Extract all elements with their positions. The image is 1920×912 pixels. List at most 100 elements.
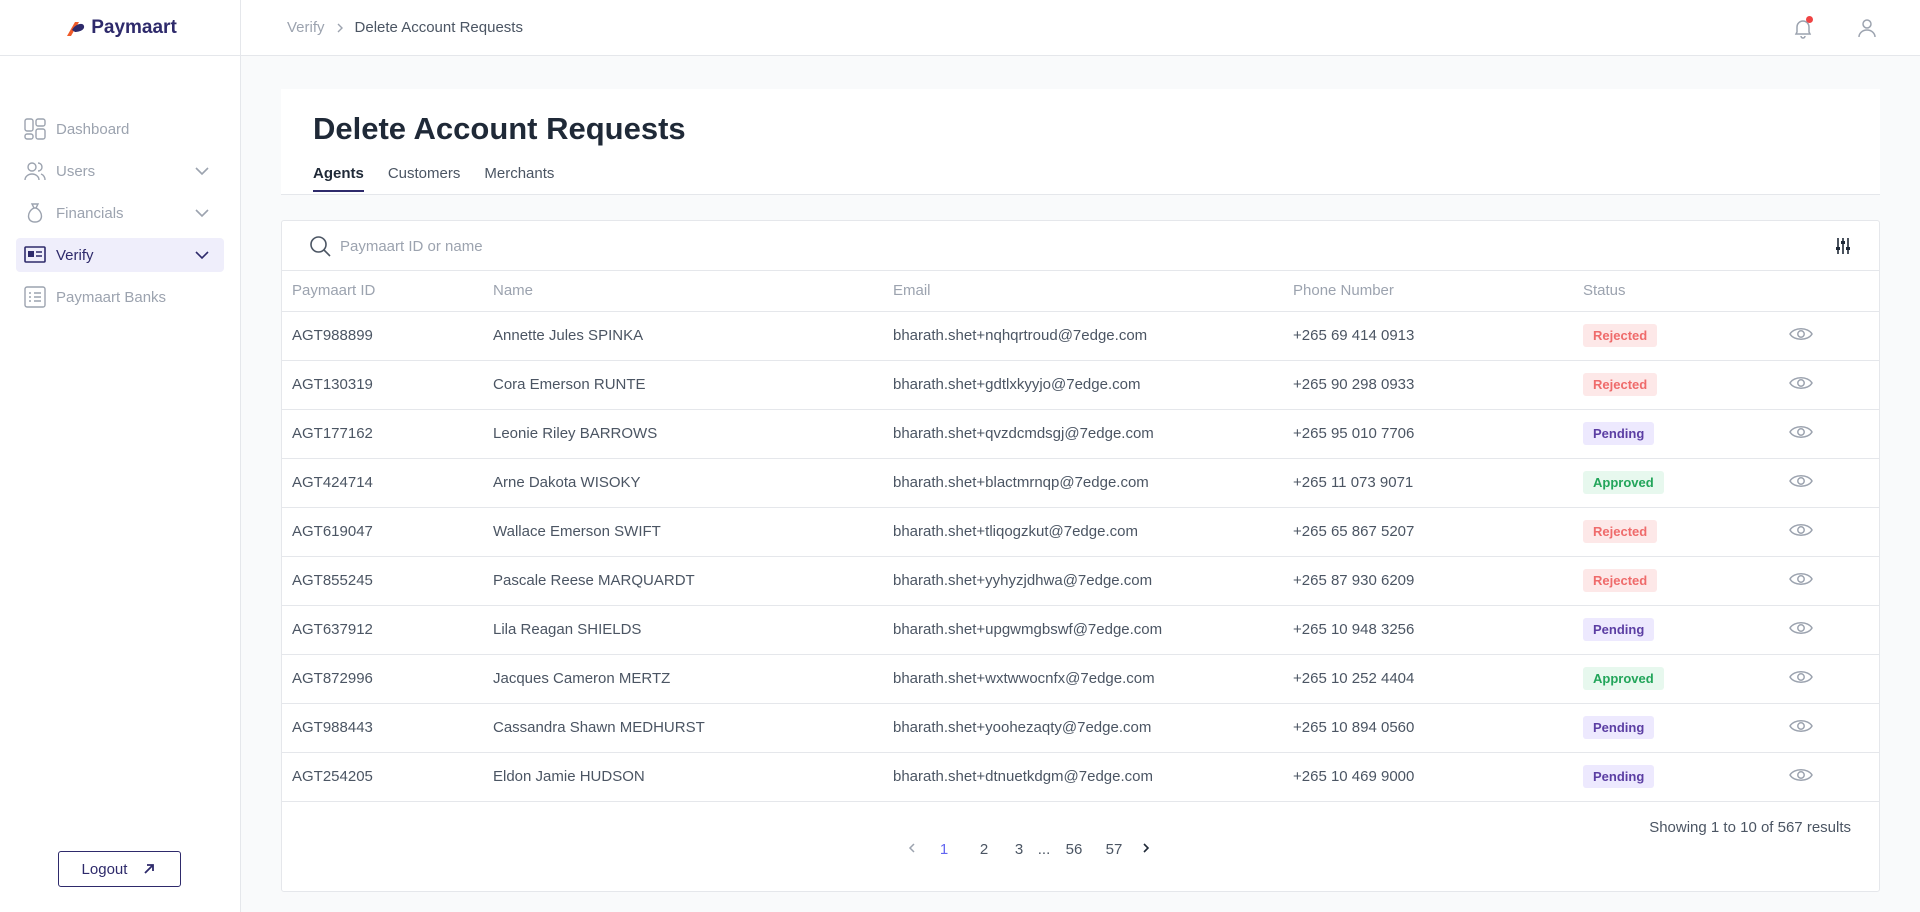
cell-actions (1779, 311, 1879, 361)
table-row[interactable]: AGT637912 Lila Reagan SHIELDS bharath.shet… (282, 605, 1879, 655)
sidebar-item-label: Verify (56, 246, 94, 264)
page-2-button[interactable]: 2 (964, 841, 1004, 858)
breadcrumb-item-verify[interactable]: Verify (287, 19, 325, 36)
cell-paymaart-id: AGT637912 (282, 605, 483, 655)
view-eye-icon[interactable] (1789, 371, 1813, 395)
table-row[interactable]: AGT177162 Leonie Riley BARROWS bharath.she… (282, 409, 1879, 459)
brand-name: Paymaart (91, 16, 177, 38)
table-row[interactable]: AGT872996 Jacques Cameron MERTZ bharath.sh… (282, 654, 1879, 704)
chevron-down-icon[interactable] (194, 163, 210, 179)
cell-status: Pending (1573, 752, 1779, 802)
user-profile-icon[interactable] (1855, 16, 1879, 40)
tab-customers[interactable]: Customers (388, 165, 461, 192)
cell-phone: +265 10 469 9000 (1283, 752, 1573, 802)
id-card-icon (24, 244, 46, 266)
cell-email: bharath.shet+blactmrnqp@7edge.com (883, 458, 1283, 508)
cell-name: Leonie Riley BARROWS (483, 409, 883, 459)
chevron-left-icon[interactable] (900, 841, 924, 858)
search-bar (282, 221, 1879, 271)
status-badge: Rejected (1583, 373, 1658, 396)
table-row[interactable]: AGT988443 Cassandra Shawn MEDHURST bharath… (282, 703, 1879, 753)
sidebar-item-users[interactable]: Users (16, 154, 224, 188)
cell-paymaart-id: AGT872996 (282, 654, 483, 704)
sidebar-item-label: Users (56, 162, 96, 180)
requests-table-card: Paymaart ID Name Email Phone Number Stat… (281, 220, 1880, 892)
cell-phone: +265 90 298 0933 (1283, 360, 1573, 410)
status-badge: Rejected (1583, 569, 1658, 592)
cell-name: Cassandra Shawn MEDHURST (483, 703, 883, 753)
chevron-down-icon[interactable] (194, 247, 210, 263)
cell-actions (1779, 458, 1879, 508)
cell-actions (1779, 360, 1879, 410)
page-56-button[interactable]: 56 (1054, 841, 1094, 858)
cell-status: Approved (1573, 654, 1779, 704)
cell-paymaart-id: AGT619047 (282, 507, 483, 557)
cell-status: Pending (1573, 605, 1779, 655)
status-badge: Rejected (1583, 520, 1658, 543)
sidebar-item-financials[interactable]: Financials (16, 196, 224, 230)
tab-bar: Agents Customers Merchants (313, 165, 554, 192)
sidebar-item-verify[interactable]: Verify (16, 238, 224, 272)
tab-merchants[interactable]: Merchants (484, 165, 554, 192)
table-row[interactable]: AGT855245 Pascale Reese MARQUARDT bharath.… (282, 556, 1879, 606)
status-badge: Pending (1583, 618, 1655, 641)
table-row[interactable]: AGT424714 Arne Dakota WISOKY bharath.shet+… (282, 458, 1879, 508)
table-row[interactable]: AGT254205 Eldon Jamie HUDSON bharath.shet+… (282, 752, 1879, 802)
cell-email: bharath.shet+yoohezaqty@7edge.com (883, 703, 1283, 753)
cell-phone: +265 87 930 6209 (1283, 556, 1573, 606)
topbar: Verify Delete Account Requests (241, 0, 1920, 56)
cell-actions (1779, 703, 1879, 753)
status-badge: Pending (1583, 422, 1655, 445)
logout-button[interactable]: Logout (58, 851, 181, 887)
brand-logo[interactable]: Paymaart (0, 0, 240, 56)
search-input[interactable] (340, 234, 940, 258)
view-eye-icon[interactable] (1789, 518, 1813, 542)
cell-status: Rejected (1573, 311, 1779, 361)
cell-name: Eldon Jamie HUDSON (483, 752, 883, 802)
cell-status: Rejected (1573, 556, 1779, 606)
page-57-button[interactable]: 57 (1094, 841, 1134, 858)
table-row[interactable]: AGT988899 Annette Jules SPINKA bharath.she… (282, 311, 1879, 361)
view-eye-icon[interactable] (1789, 420, 1813, 444)
arrow-up-right-icon (144, 864, 155, 874)
column-header-name: Name (483, 271, 883, 312)
cell-actions (1779, 605, 1879, 655)
view-eye-icon[interactable] (1789, 616, 1813, 640)
status-badge: Pending (1583, 765, 1655, 788)
status-badge: Rejected (1583, 324, 1658, 347)
sidebar-item-dashboard[interactable]: Dashboard (16, 112, 224, 146)
notification-bell-icon[interactable] (1791, 16, 1815, 40)
chevron-right-icon (337, 23, 343, 32)
pagination: 1 2 3... 56 57 (900, 841, 1158, 858)
cell-email: bharath.shet+dtnuetkdgm@7edge.com (883, 752, 1283, 802)
cell-actions (1779, 654, 1879, 704)
cell-paymaart-id: AGT424714 (282, 458, 483, 508)
column-header-email: Email (883, 271, 1283, 312)
logout-label: Logout (81, 860, 128, 878)
dashboard-icon (24, 118, 46, 140)
view-eye-icon[interactable] (1789, 322, 1813, 346)
sidebar-item-label: Financials (56, 204, 124, 222)
view-eye-icon[interactable] (1789, 469, 1813, 493)
view-eye-icon[interactable] (1789, 763, 1813, 787)
cell-email: bharath.shet+upgwmgbswf@7edge.com (883, 605, 1283, 655)
view-eye-icon[interactable] (1789, 714, 1813, 738)
view-eye-icon[interactable] (1789, 567, 1813, 591)
chevron-right-icon[interactable] (1134, 841, 1158, 858)
cell-status: Rejected (1573, 507, 1779, 557)
cell-actions (1779, 409, 1879, 459)
tab-agents[interactable]: Agents (313, 165, 364, 192)
page-1-button[interactable]: 1 (924, 841, 964, 858)
cell-name: Lila Reagan SHIELDS (483, 605, 883, 655)
chevron-down-icon[interactable] (194, 205, 210, 221)
search-icon (310, 236, 331, 257)
cell-actions (1779, 556, 1879, 606)
page-3-button[interactable]: 3 (1004, 841, 1034, 858)
view-eye-icon[interactable] (1789, 665, 1813, 689)
sidebar-item-paymaart-banks[interactable]: Paymaart Banks (16, 280, 224, 314)
table-row[interactable]: AGT130319 Cora Emerson RUNTE bharath.shet+… (282, 360, 1879, 410)
filter-sliders-icon[interactable] (1833, 236, 1853, 256)
sidebar-item-label: Dashboard (56, 120, 130, 138)
notification-dot (1806, 16, 1813, 23)
table-row[interactable]: AGT619047 Wallace Emerson SWIFT bharath.sh… (282, 507, 1879, 557)
